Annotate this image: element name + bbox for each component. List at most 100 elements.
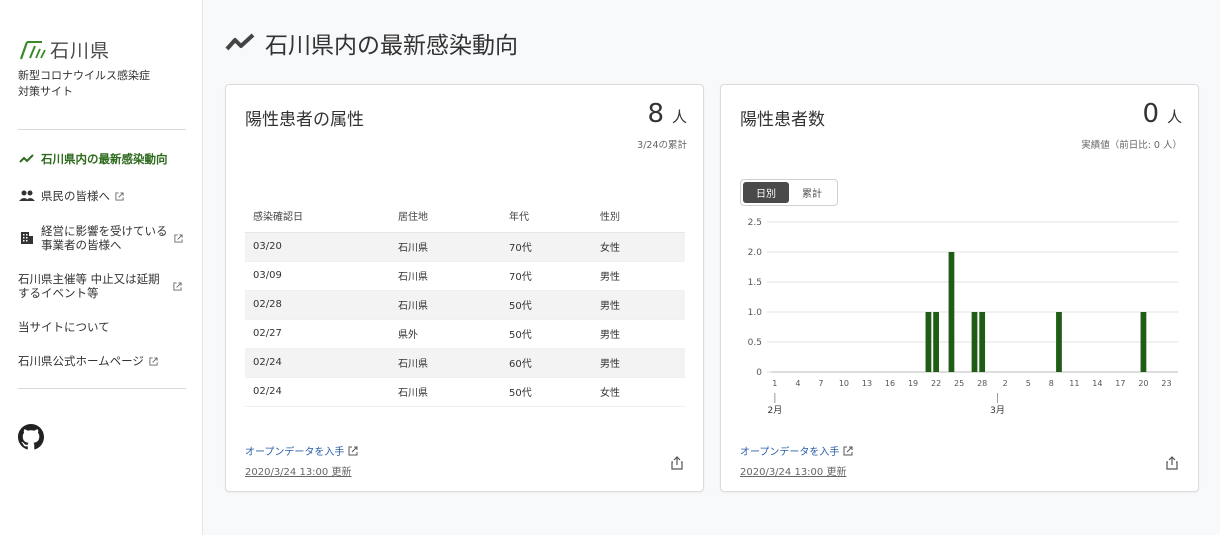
table-cell: 50代 bbox=[501, 319, 592, 349]
month-label: 3月 bbox=[990, 405, 1005, 416]
nav-label: 経営に影響を受けている事業者の皆様へ bbox=[41, 224, 168, 252]
column-header[interactable]: 感染確認日 bbox=[245, 200, 390, 233]
y-tick-label: 0.5 bbox=[748, 338, 762, 348]
trend-icon bbox=[225, 33, 255, 51]
table-cell: 石川県 bbox=[390, 290, 501, 320]
x-tick-label: 7 bbox=[818, 379, 823, 388]
share-icon[interactable] bbox=[670, 456, 684, 470]
sidebar-divider bbox=[18, 388, 186, 389]
y-tick-label: 2.0 bbox=[748, 248, 763, 258]
external-link-icon bbox=[115, 191, 124, 201]
y-tick-label: 2.5 bbox=[748, 218, 762, 228]
nav-label: 石川県内の最新感染動向 bbox=[41, 152, 168, 166]
x-tick-label: 5 bbox=[1026, 379, 1031, 388]
patients-attributes-card: 陽性患者の属性 8人 3/24の累計 感染確認日 居住地 年代 性別 03/20… bbox=[225, 84, 704, 492]
share-icon[interactable] bbox=[1165, 456, 1179, 470]
site-description-line1: 新型コロナウイルス感染症 bbox=[18, 69, 150, 82]
bar bbox=[933, 312, 939, 372]
card-footer: オープンデータを入手 2020/3/24 13:00 更新 bbox=[245, 443, 358, 478]
x-tick-label: 8 bbox=[1049, 379, 1054, 388]
table-cell: 02/24 bbox=[245, 377, 390, 407]
nav-item-events[interactable]: 石川県主催等 中止又は延期するイベント等 bbox=[18, 272, 190, 300]
table-cell: 70代 bbox=[501, 232, 592, 262]
table-cell: 男性 bbox=[592, 261, 685, 291]
patients-count: 8人 bbox=[647, 99, 687, 129]
card-footer: オープンデータを入手 2020/3/24 13:00 更新 bbox=[740, 443, 853, 478]
table-cell: 02/27 bbox=[245, 319, 390, 349]
y-tick-label: 1.0 bbox=[748, 308, 763, 318]
table-row: 02/27 県外 50代 男性 bbox=[245, 319, 685, 349]
x-tick-label: 10 bbox=[839, 379, 849, 388]
table-cell: 石川県 bbox=[390, 261, 501, 291]
count-value: 0 bbox=[1142, 99, 1159, 129]
github-icon[interactable] bbox=[18, 424, 44, 450]
x-tick-label: 28 bbox=[977, 379, 987, 388]
table-row: 02/24 石川県 60代 男性 bbox=[245, 348, 685, 378]
external-link-icon bbox=[173, 281, 182, 291]
card-title: 陽性患者数 bbox=[740, 110, 825, 130]
nav-item-about[interactable]: 当サイトについて bbox=[18, 320, 190, 334]
table-cell: 50代 bbox=[501, 377, 592, 407]
count-note: 実績値（前日比: 0 人） bbox=[1081, 140, 1182, 151]
ishikawa-logo-icon bbox=[19, 40, 46, 59]
updated-timestamp[interactable]: 2020/3/24 13:00 更新 bbox=[245, 463, 358, 478]
table-header-row: 感染確認日 居住地 年代 性別 bbox=[245, 200, 685, 233]
nav-item-official-site[interactable]: 石川県公式ホームページ bbox=[18, 354, 190, 368]
table-row: 02/28 石川県 50代 男性 bbox=[245, 290, 685, 320]
x-tick-label: 2 bbox=[1003, 379, 1008, 388]
nav-item-businesses[interactable]: 経営に影響を受けている事業者の皆様へ bbox=[18, 224, 190, 252]
nav-item-residents[interactable]: 県民の皆様へ bbox=[18, 188, 190, 204]
people-icon bbox=[18, 188, 36, 204]
column-header[interactable]: 性別 bbox=[592, 200, 685, 233]
site-description: 新型コロナウイルス感染症 対策サイト bbox=[18, 68, 188, 100]
table-cell: 男性 bbox=[592, 319, 685, 349]
column-header[interactable]: 居住地 bbox=[390, 200, 501, 233]
x-tick-label: 19 bbox=[908, 379, 918, 388]
patient-count: 0人 bbox=[1142, 99, 1182, 129]
sidebar-divider bbox=[18, 129, 186, 130]
table-cell: 石川県 bbox=[390, 377, 501, 407]
x-tick-label: 14 bbox=[1092, 379, 1102, 388]
bar bbox=[1140, 312, 1147, 372]
daily-cases-chart: 00.51.01.52.02.51 4 7 10 13 16 19 22 25 28 2 5 8 11 14… bbox=[748, 218, 1178, 416]
open-data-link[interactable]: オープンデータを入手 bbox=[245, 443, 358, 458]
count-note: 3/24の累計 bbox=[637, 140, 687, 151]
bar bbox=[979, 312, 986, 372]
toggle-daily[interactable]: 日別 bbox=[743, 182, 789, 203]
table-cell: 県外 bbox=[390, 319, 501, 349]
month-label: 2月 bbox=[767, 405, 782, 416]
trend-icon bbox=[18, 151, 36, 167]
open-data-link[interactable]: オープンデータを入手 bbox=[740, 443, 853, 458]
table-cell: 03/20 bbox=[245, 232, 390, 262]
table-cell: 50代 bbox=[501, 290, 592, 320]
logo[interactable]: 石川県 bbox=[18, 36, 110, 63]
patient-count-card: 陽性患者数 0人 実績値（前日比: 0 人） 日別 累計 0 0.5 1.0 1.5 2… bbox=[720, 84, 1199, 492]
updated-timestamp[interactable]: 2020/3/24 13:00 更新 bbox=[740, 463, 853, 478]
table-cell: 03/09 bbox=[245, 261, 390, 291]
x-tick-label: 20 bbox=[1138, 379, 1148, 388]
external-link-icon bbox=[174, 233, 183, 243]
table-cell: 70代 bbox=[501, 261, 592, 291]
sidebar: 石川県 新型コロナウイルス感染症 対策サイト 石川県内の最新感染動向 県民の皆様… bbox=[0, 0, 203, 535]
x-tick-label: 17 bbox=[1115, 379, 1125, 388]
table-cell: 女性 bbox=[592, 377, 685, 407]
page-title: 石川県内の最新感染動向 bbox=[225, 26, 518, 60]
page-title-text: 石川県内の最新感染動向 bbox=[265, 33, 518, 59]
x-tick-label: 13 bbox=[862, 379, 872, 388]
x-tick-label: 23 bbox=[1161, 379, 1171, 388]
nav-label: 石川県公式ホームページ bbox=[18, 354, 144, 368]
table-row: 03/20 石川県 70代 女性 bbox=[245, 232, 685, 262]
count-unit: 人 bbox=[671, 108, 687, 126]
column-header[interactable]: 年代 bbox=[501, 200, 592, 233]
logo-text: 石川県 bbox=[50, 40, 111, 62]
bar bbox=[971, 312, 978, 372]
table-cell: 男性 bbox=[592, 290, 685, 320]
open-data-label: オープンデータを入手 bbox=[740, 447, 840, 458]
table-cell: 60代 bbox=[501, 348, 592, 378]
nav-item-latest-trend[interactable]: 石川県内の最新感染動向 bbox=[18, 151, 190, 167]
building-icon bbox=[18, 230, 36, 246]
toggle-cumulative[interactable]: 累計 bbox=[789, 182, 835, 203]
count-value: 8 bbox=[647, 99, 664, 129]
y-tick-label: 1.5 bbox=[748, 278, 762, 288]
table-row: 03/09 石川県 70代 男性 bbox=[245, 261, 685, 291]
